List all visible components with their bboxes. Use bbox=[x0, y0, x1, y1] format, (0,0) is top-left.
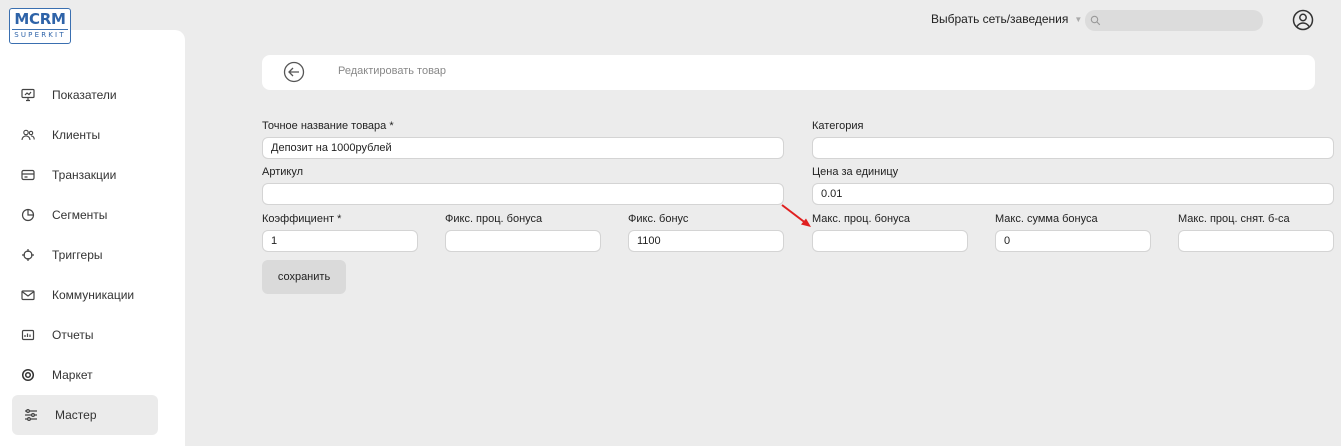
fixed-bonus-input[interactable] bbox=[628, 230, 784, 252]
fixed-bonus-pct-label: Фикс. проц. бонуса bbox=[445, 213, 543, 225]
max-writeoff-pct-input[interactable] bbox=[1178, 230, 1334, 252]
save-button[interactable]: сохранить bbox=[262, 260, 346, 294]
max-writeoff-pct-label: Макс. проц. снят. б-са bbox=[1178, 213, 1290, 225]
sidebar-item-transactions[interactable]: Транзакции bbox=[0, 155, 185, 195]
sidebar-item-master[interactable]: Мастер bbox=[12, 395, 158, 435]
page-title: Редактировать товар bbox=[338, 65, 447, 77]
coefficient-label: Коэффициент * bbox=[262, 213, 342, 225]
pie-icon bbox=[20, 208, 36, 222]
app-logo[interactable]: MCRM SUPERKIT bbox=[9, 8, 71, 44]
target-icon bbox=[20, 248, 36, 262]
search-box[interactable] bbox=[1085, 10, 1263, 31]
sidebar-item-dashboard[interactable]: Показатели bbox=[0, 75, 185, 115]
sidebar-item-segments[interactable]: Сегменты bbox=[0, 195, 185, 235]
logo-subtext: SUPERKIT bbox=[12, 29, 68, 41]
mail-icon bbox=[20, 288, 36, 302]
search-icon bbox=[1090, 15, 1101, 26]
report-icon bbox=[20, 328, 36, 342]
sidebar-item-label: Отчеты bbox=[52, 328, 94, 342]
coefficient-input[interactable] bbox=[262, 230, 418, 252]
sidebar-item-label: Триггеры bbox=[52, 248, 103, 262]
market-icon bbox=[20, 368, 36, 382]
annotation-arrow bbox=[781, 204, 811, 227]
card-icon bbox=[20, 168, 36, 182]
network-select[interactable]: Выбрать сеть/заведения ▼ bbox=[931, 12, 1082, 26]
back-arrow-icon[interactable] bbox=[283, 61, 305, 83]
name-label: Точное название товара * bbox=[262, 120, 394, 132]
monitor-icon bbox=[20, 88, 36, 102]
sidebar: Показатели Клиенты Транзакции Сегменты Т… bbox=[0, 30, 185, 446]
user-icon[interactable] bbox=[1292, 9, 1314, 31]
sidebar-item-label: Сегменты bbox=[52, 208, 108, 222]
article-label: Артикул bbox=[262, 166, 304, 178]
chevron-down-icon: ▼ bbox=[1074, 14, 1083, 24]
fixed-bonus-pct-input[interactable] bbox=[445, 230, 601, 252]
price-label: Цена за единицу bbox=[812, 166, 899, 178]
sidebar-item-label: Маркет bbox=[52, 368, 93, 382]
sidebar-item-label: Клиенты bbox=[52, 128, 101, 142]
sidebar-item-market[interactable]: Маркет bbox=[0, 355, 185, 395]
category-label: Категория bbox=[812, 120, 864, 132]
category-input[interactable] bbox=[812, 137, 1334, 159]
sidebar-item-label: Транзакции bbox=[52, 168, 117, 182]
sidebar-item-triggers[interactable]: Триггеры bbox=[0, 235, 185, 275]
fixed-bonus-label: Фикс. бонус bbox=[628, 213, 689, 225]
sidebar-item-reports[interactable]: Отчеты bbox=[0, 315, 185, 355]
logo-text: MCRM bbox=[14, 10, 66, 28]
name-input[interactable] bbox=[262, 137, 784, 159]
page-header: Редактировать товар bbox=[262, 55, 1315, 90]
sidebar-item-label: Мастер bbox=[55, 408, 97, 422]
max-bonus-pct-input[interactable] bbox=[812, 230, 968, 252]
sidebar-nav: Показатели Клиенты Транзакции Сегменты Т… bbox=[0, 75, 185, 435]
search-input[interactable] bbox=[1085, 10, 1263, 31]
sidebar-item-label: Показатели bbox=[52, 88, 117, 102]
max-bonus-pct-label: Макс. проц. бонуса bbox=[812, 213, 911, 225]
sidebar-item-communications[interactable]: Коммуникации bbox=[0, 275, 185, 315]
max-bonus-sum-label: Макс. сумма бонуса bbox=[995, 213, 1098, 225]
article-input[interactable] bbox=[262, 183, 784, 205]
network-select-label: Выбрать сеть/заведения bbox=[931, 12, 1069, 26]
users-icon bbox=[20, 128, 36, 142]
max-bonus-sum-input[interactable] bbox=[995, 230, 1151, 252]
sliders-icon bbox=[23, 408, 39, 422]
sidebar-item-label: Коммуникации bbox=[52, 288, 135, 302]
sidebar-item-clients[interactable]: Клиенты bbox=[0, 115, 185, 155]
price-input[interactable] bbox=[812, 183, 1334, 205]
